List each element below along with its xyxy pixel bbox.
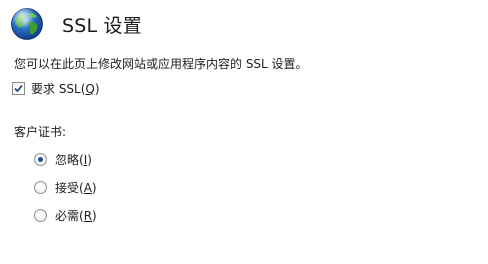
page-header: SSL 设置 <box>10 6 142 42</box>
globe-icon <box>11 8 43 40</box>
radio-option-ignore[interactable]: 忽略(I) <box>34 151 92 168</box>
client-certificates-label: 客户证书: <box>14 125 67 139</box>
radio-accept[interactable] <box>34 181 47 194</box>
radio-ignore-label[interactable]: 忽略(I) <box>55 151 92 168</box>
require-ssl-checkbox[interactable] <box>12 82 25 95</box>
radio-option-require[interactable]: 必需(R) <box>34 207 97 224</box>
page-title: SSL 设置 <box>62 14 142 37</box>
require-ssl-checkbox-row[interactable]: 要求 SSL(Q) <box>12 80 100 97</box>
radio-require[interactable] <box>34 209 47 222</box>
radio-ignore[interactable] <box>34 153 47 166</box>
radio-require-label[interactable]: 必需(R) <box>55 207 97 224</box>
page-description: 您可以在此页上修改网站或应用程序内容的 SSL 设置。 <box>14 57 308 71</box>
radio-accept-label[interactable]: 接受(A) <box>55 179 97 196</box>
radio-selected-dot <box>38 157 43 162</box>
checkmark-icon <box>14 85 23 93</box>
require-ssl-label[interactable]: 要求 SSL(Q) <box>31 80 100 97</box>
radio-option-accept[interactable]: 接受(A) <box>34 179 97 196</box>
